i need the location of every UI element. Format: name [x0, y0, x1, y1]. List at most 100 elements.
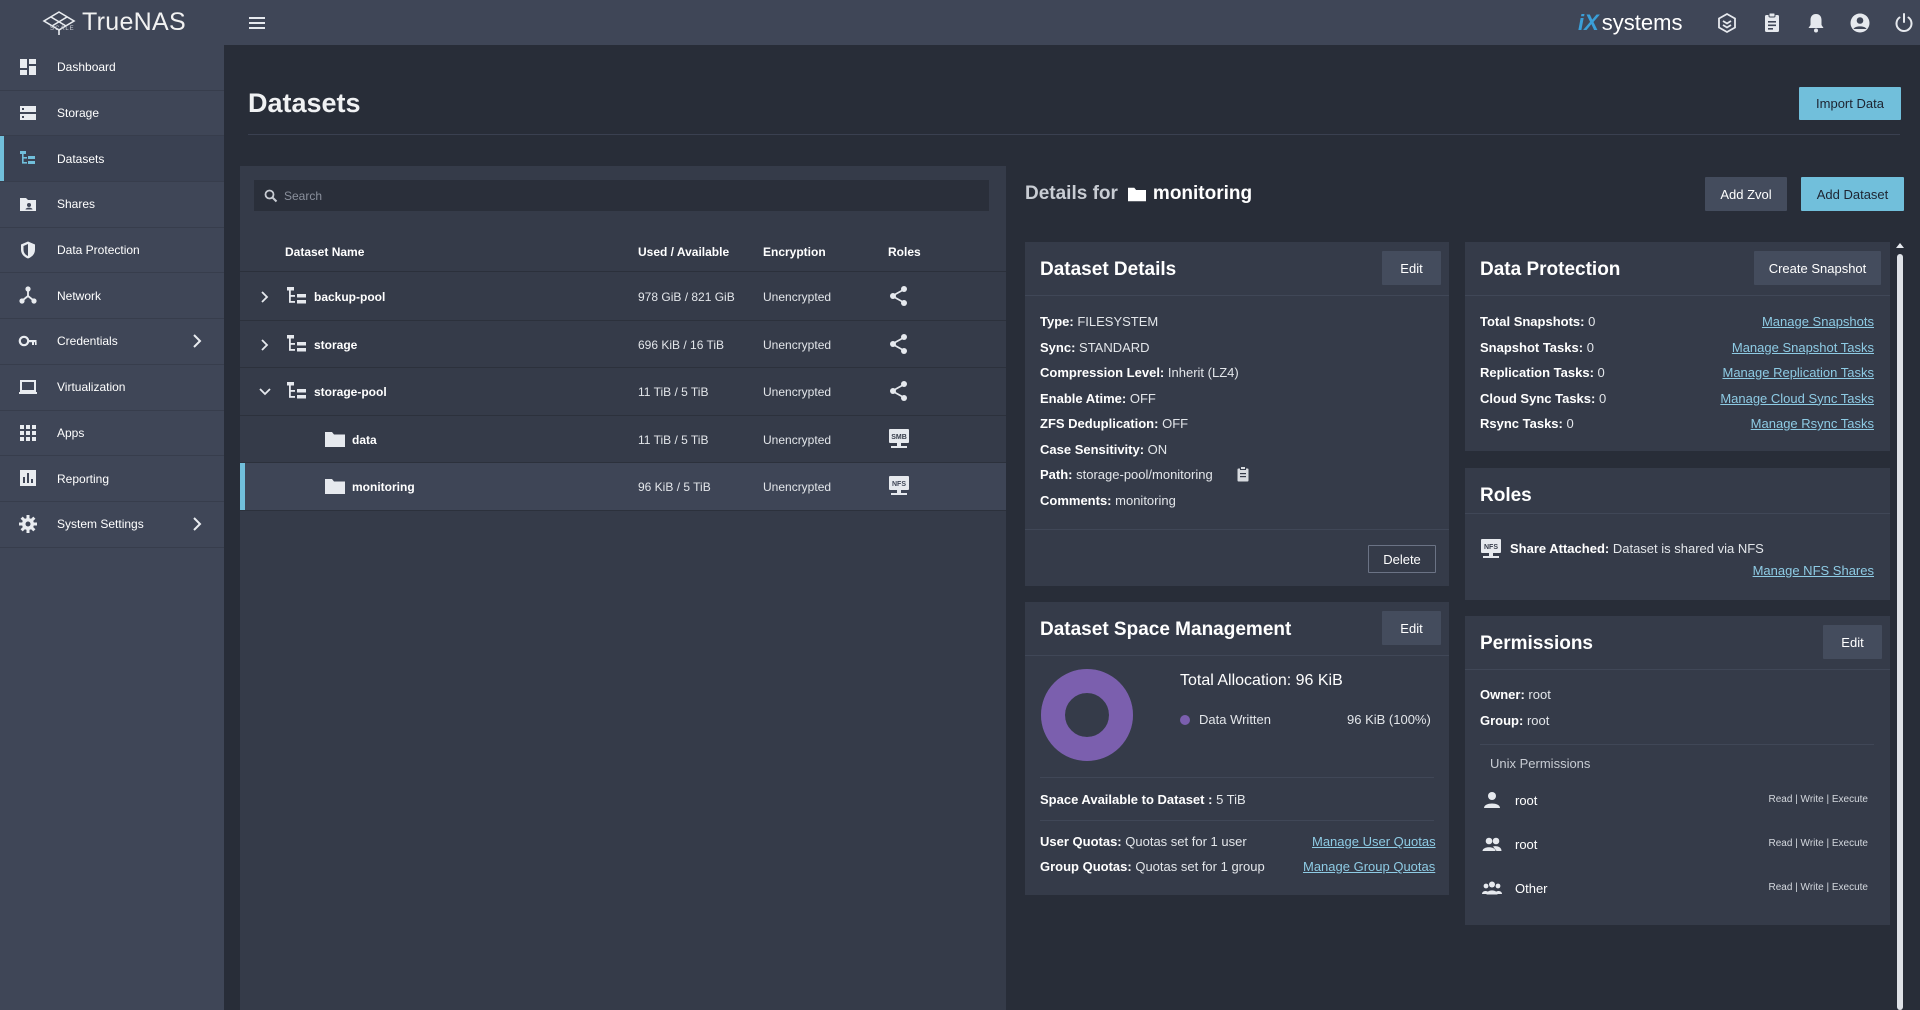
dataset-name: storage	[314, 337, 358, 352]
manage-nfs-shares-link[interactable]: Manage NFS Shares	[1753, 563, 1874, 578]
permission-name: root	[1515, 793, 1538, 808]
scroll-up-arrow-icon[interactable]	[1894, 240, 1906, 252]
table-row[interactable]: backup-pool 978 GiB / 821 GiB Unencrypte…	[240, 273, 1006, 321]
scrollbar-thumb[interactable]	[1897, 254, 1903, 1010]
ix-systems-logo[interactable]: iX systems	[1578, 8, 1682, 38]
manage-replication-tasks-link[interactable]: Manage Replication Tasks	[1722, 365, 1874, 380]
details-prefix: Details for	[1025, 183, 1118, 204]
column-header-roles[interactable]: Roles	[888, 245, 921, 259]
share-icon	[890, 381, 907, 401]
truecommand-icon[interactable]	[1715, 11, 1739, 35]
manage-cloud-sync-tasks-link[interactable]: Manage Cloud Sync Tasks	[1720, 391, 1874, 406]
menu-toggle-icon[interactable]	[246, 12, 272, 34]
rsync-tasks: Rsync Tasks: 0	[1480, 416, 1574, 431]
search-input[interactable]: Search	[254, 180, 989, 211]
sidebar-item-label: Data Protection	[57, 243, 140, 258]
permissions-card: Permissions Edit Owner: root Group: root…	[1465, 616, 1890, 925]
storage-icon	[20, 105, 36, 120]
total-snapshots: Total Snapshots: 0	[1480, 314, 1596, 329]
manage-rsync-tasks-link[interactable]: Manage Rsync Tasks	[1751, 416, 1874, 431]
snapshot-tasks: Snapshot Tasks: 0	[1480, 339, 1594, 355]
detail-atime: Enable Atime: OFF	[1040, 390, 1156, 406]
sidebar-item-reporting[interactable]: Reporting	[0, 456, 224, 502]
table-row[interactable]: monitoring 96 KiB / 5 TiB Unencrypted NF…	[240, 463, 1006, 511]
sidebar-item-credentials[interactable]: Credentials	[0, 319, 224, 365]
dataset-encryption: Unencrypted	[763, 290, 832, 304]
permission-value: Read | Write | Execute	[1768, 794, 1869, 805]
sidebar-item-label: Shares	[57, 197, 96, 212]
permission-row-other: Other Read | Write | Execute	[1465, 868, 1890, 912]
details-dataset-name: monitoring	[1152, 183, 1253, 204]
owner: Owner: root	[1480, 687, 1551, 702]
sidebar-item-storage[interactable]: Storage	[0, 91, 224, 137]
manage-snapshot-tasks-link[interactable]: Manage Snapshot Tasks	[1732, 340, 1874, 355]
total-allocation: Total Allocation: 96 KiB	[1180, 672, 1343, 689]
column-header-used[interactable]: Used / Available	[638, 245, 729, 259]
user-quotas: User Quotas: Quotas set for 1 user	[1040, 834, 1247, 849]
sidebar-item-label: Datasets	[57, 151, 105, 166]
sidebar-item-apps[interactable]: Apps	[0, 411, 224, 457]
power-icon[interactable]	[1892, 11, 1916, 35]
sidebar-item-datasets[interactable]: Datasets	[0, 136, 224, 183]
column-header-encryption[interactable]: Encryption	[763, 245, 826, 259]
sidebar-item-virtualization[interactable]: Virtualization	[0, 365, 224, 411]
permission-row-group: root Read | Write | Execute	[1465, 824, 1890, 868]
permission-value: Read | Write | Execute	[1768, 882, 1869, 893]
copy-clipboard-icon[interactable]	[1236, 466, 1250, 482]
sidebar-item-shares[interactable]: Shares	[0, 182, 224, 228]
sidebar-item-label: Dashboard	[57, 60, 116, 75]
import-data-button[interactable]: Import Data	[1799, 87, 1901, 120]
share-icon	[890, 333, 907, 354]
manage-snapshots-link[interactable]: Manage Snapshots	[1762, 314, 1874, 329]
manage-user-quotas-link[interactable]: Manage User Quotas	[1312, 834, 1436, 849]
legend-label: Data Written	[1199, 712, 1272, 727]
add-dataset-button[interactable]: Add Dataset	[1801, 177, 1904, 211]
table-row[interactable]: storage 696 KiB / 16 TiB Unencrypted	[240, 321, 1006, 368]
folder-icon	[325, 479, 345, 494]
card-divider	[1480, 744, 1874, 745]
chevron-down-icon[interactable]	[258, 385, 272, 399]
column-header-name[interactable]: Dataset Name	[285, 245, 364, 259]
legend-dot	[1180, 715, 1190, 725]
header-divider	[248, 134, 1900, 135]
chevron-right-icon[interactable]	[258, 290, 272, 304]
edit-details-button[interactable]: Edit	[1382, 251, 1441, 285]
chevron-right-icon[interactable]	[258, 338, 272, 352]
card-title: Dataset Details	[1040, 259, 1177, 280]
search-placeholder: Search	[284, 188, 323, 203]
smb-share-icon: SMB	[889, 428, 909, 448]
sidebar-item-network[interactable]: Network	[0, 273, 224, 320]
chevron-right-icon	[193, 517, 202, 531]
table-row[interactable]: storage-pool 11 TiB / 5 TiB Unencrypted	[240, 368, 1006, 416]
notifications-bell-icon[interactable]	[1804, 11, 1828, 35]
truenas-logo[interactable]: TrueNAS SCALE	[0, 0, 224, 45]
ix-logo-mark: iX	[1578, 10, 1599, 35]
delete-button[interactable]: Delete	[1368, 545, 1436, 573]
sidebar-item-system-settings[interactable]: System Settings	[0, 502, 224, 548]
dataset-encryption: Unencrypted	[763, 480, 832, 494]
account-circle-icon[interactable]	[1848, 11, 1872, 35]
card-divider	[1025, 655, 1449, 656]
network-icon	[19, 286, 37, 305]
group: Group: root	[1480, 713, 1550, 728]
sidebar-item-data-protection[interactable]: Data Protection	[0, 228, 224, 274]
permission-name: root	[1515, 837, 1538, 852]
cloud-sync-tasks: Cloud Sync Tasks: 0	[1480, 390, 1607, 406]
table-row[interactable]: data 11 TiB / 5 TiB Unencrypted SMB	[240, 416, 1006, 463]
add-zvol-button[interactable]: Add Zvol	[1705, 177, 1787, 211]
share-icon	[890, 286, 907, 306]
details-title: Details for monitoring	[1025, 183, 1252, 205]
card-title: Dataset Space Management	[1040, 619, 1292, 640]
edit-permissions-button[interactable]: Edit	[1823, 625, 1882, 659]
sidebar-item-dashboard[interactable]: Dashboard	[0, 45, 224, 91]
edit-space-button[interactable]: Edit	[1382, 611, 1441, 645]
brand-name: TrueNAS	[82, 8, 186, 36]
sidebar-item-label: Apps	[57, 425, 85, 440]
dashboard-icon	[20, 59, 36, 75]
create-snapshot-button[interactable]: Create Snapshot	[1754, 251, 1881, 285]
unix-permissions-label: Unix Permissions	[1490, 756, 1591, 771]
manage-group-quotas-link[interactable]: Manage Group Quotas	[1303, 859, 1435, 874]
nfs-share-icon: NFS	[889, 476, 909, 495]
jobs-clipboard-icon[interactable]	[1760, 11, 1784, 35]
details-scrollbar[interactable]	[1894, 240, 1906, 1010]
